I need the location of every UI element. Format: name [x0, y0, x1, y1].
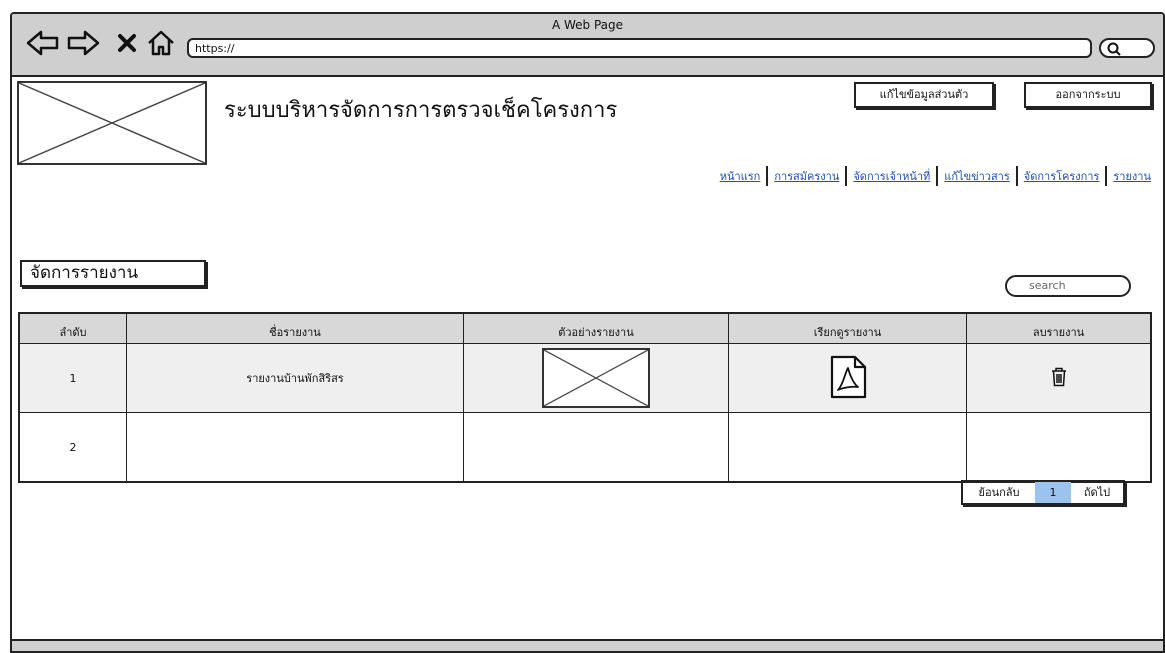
report-name: [126, 412, 464, 483]
column-header-number: ลำดับ: [18, 312, 127, 344]
column-header-delete-report: ลบรายงาน: [966, 312, 1152, 344]
row-number: 1: [18, 343, 127, 413]
report-name: รายงานบ้านพักสิริสร: [126, 343, 464, 413]
section-title: จัดการรายงาน: [20, 260, 206, 287]
forward-arrow-icon[interactable]: [66, 29, 100, 57]
browser-window: A Web Page https:// ระบบบริหารจัดการการต…: [10, 12, 1165, 653]
nav-item-manage-staff[interactable]: จัดการเจ้าหน้าที่: [847, 167, 936, 185]
view-report-cell: [728, 343, 967, 413]
edit-profile-button[interactable]: แก้ไขข้อมูลส่วนตัว: [854, 82, 994, 108]
logo-image-placeholder: [17, 81, 207, 165]
pagination: ย้อนกลับ 1 ถัดไป: [961, 480, 1125, 505]
table-header-row: ลำดับ ชื่อรายงาน ตัวอย่างรายงาน เรียกดูร…: [18, 312, 1152, 344]
column-header-report-name: ชื่อรายงาน: [126, 312, 464, 344]
url-input[interactable]: https://: [187, 38, 1092, 58]
column-header-report-preview: ตัวอย่างรายงาน: [463, 312, 729, 344]
nav-item-manage-projects[interactable]: จัดการโครงการ: [1018, 167, 1106, 185]
browser-status-bar: [12, 639, 1163, 651]
delete-report-cell: [966, 343, 1152, 413]
app-title: ระบบบริหารจัดการการตรวจเช็คโครงการ: [224, 98, 618, 123]
column-header-view-report: เรียกดูรายงาน: [728, 312, 967, 344]
report-preview-cell: [463, 343, 729, 413]
table-row: 1 รายงานบ้านพักสิริสร: [18, 343, 1152, 413]
report-preview-cell: [463, 412, 729, 483]
next-page-button[interactable]: ถัดไป: [1071, 482, 1123, 503]
back-arrow-icon[interactable]: [26, 29, 60, 57]
window-title: A Web Page: [551, 18, 624, 32]
search-icon: [1107, 42, 1121, 56]
page-number-button[interactable]: 1: [1035, 482, 1071, 503]
search-input[interactable]: search: [1005, 275, 1131, 297]
browser-search-button[interactable]: [1099, 38, 1155, 58]
main-nav: หน้าแรก การสมัครงาน จัดการเจ้าหน้าที่ แก…: [714, 166, 1157, 186]
table-row: 2: [18, 412, 1152, 483]
logout-button[interactable]: ออกจากระบบ: [1024, 82, 1152, 108]
row-number: 2: [18, 412, 127, 483]
browser-toolbar: A Web Page https://: [12, 14, 1163, 77]
nav-item-home[interactable]: หน้าแรก: [714, 167, 767, 185]
nav-item-reports[interactable]: รายงาน: [1107, 167, 1157, 185]
reports-table: ลำดับ ชื่อรายงาน ตัวอย่างรายงาน เรียกดูร…: [18, 312, 1152, 483]
delete-report-cell: [966, 412, 1152, 483]
close-icon[interactable]: [116, 29, 138, 57]
prev-page-button[interactable]: ย้อนกลับ: [963, 482, 1035, 503]
home-icon[interactable]: [146, 29, 176, 57]
nav-item-edit-news[interactable]: แก้ไขข่าวสาร: [938, 167, 1015, 185]
nav-item-job-applications[interactable]: การสมัครงาน: [768, 167, 845, 185]
view-report-cell: [728, 412, 967, 483]
pdf-file-icon[interactable]: [828, 355, 868, 399]
report-preview-image-placeholder: [542, 348, 650, 408]
trash-icon[interactable]: [1050, 367, 1068, 387]
